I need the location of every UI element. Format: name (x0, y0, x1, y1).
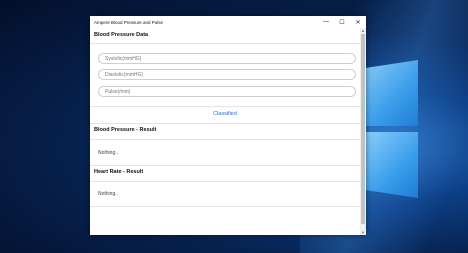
main-content: Blood Pressure Data Classified Blood Pre… (90, 28, 360, 235)
divider (90, 106, 360, 107)
blood-pressure-result-header: Blood Pressure - Result (94, 127, 157, 133)
scrollbar-thumb[interactable] (361, 34, 365, 224)
window-title: Ampere Blood Pressure and Pulse (94, 19, 164, 25)
minimize-button[interactable]: — (318, 16, 334, 28)
divider (90, 123, 360, 124)
blood-pressure-data-header: Blood Pressure Data (94, 32, 149, 38)
blood-pressure-result-value: Nothing.. (98, 150, 119, 156)
heart-rate-result-header: Heart Rate - Result (94, 169, 144, 175)
heart-rate-result-value: Nothing.. (98, 191, 119, 197)
title-bar[interactable]: Ampere Blood Pressure and Pulse — ☐ ✕ (90, 16, 366, 28)
logo-pane-bottom (366, 132, 418, 198)
divider (90, 139, 360, 140)
maximize-button[interactable]: ☐ (334, 16, 350, 28)
pulse-input[interactable] (98, 86, 356, 97)
scroll-up-arrow-icon[interactable]: ▲ (360, 28, 366, 33)
systolic-input[interactable] (98, 53, 356, 64)
vertical-scrollbar[interactable]: ▲ ▼ (360, 28, 366, 235)
scroll-down-arrow-icon[interactable]: ▼ (360, 230, 366, 235)
windows-logo (366, 60, 418, 200)
divider (90, 165, 360, 166)
divider (90, 181, 360, 182)
app-window: Ampere Blood Pressure and Pulse — ☐ ✕ Bl… (90, 16, 366, 235)
diastolic-input[interactable] (98, 69, 356, 80)
divider (90, 43, 360, 44)
classified-button[interactable]: Classified (90, 111, 360, 117)
close-button[interactable]: ✕ (350, 16, 366, 28)
divider (90, 206, 360, 207)
logo-pane-top (366, 60, 418, 126)
